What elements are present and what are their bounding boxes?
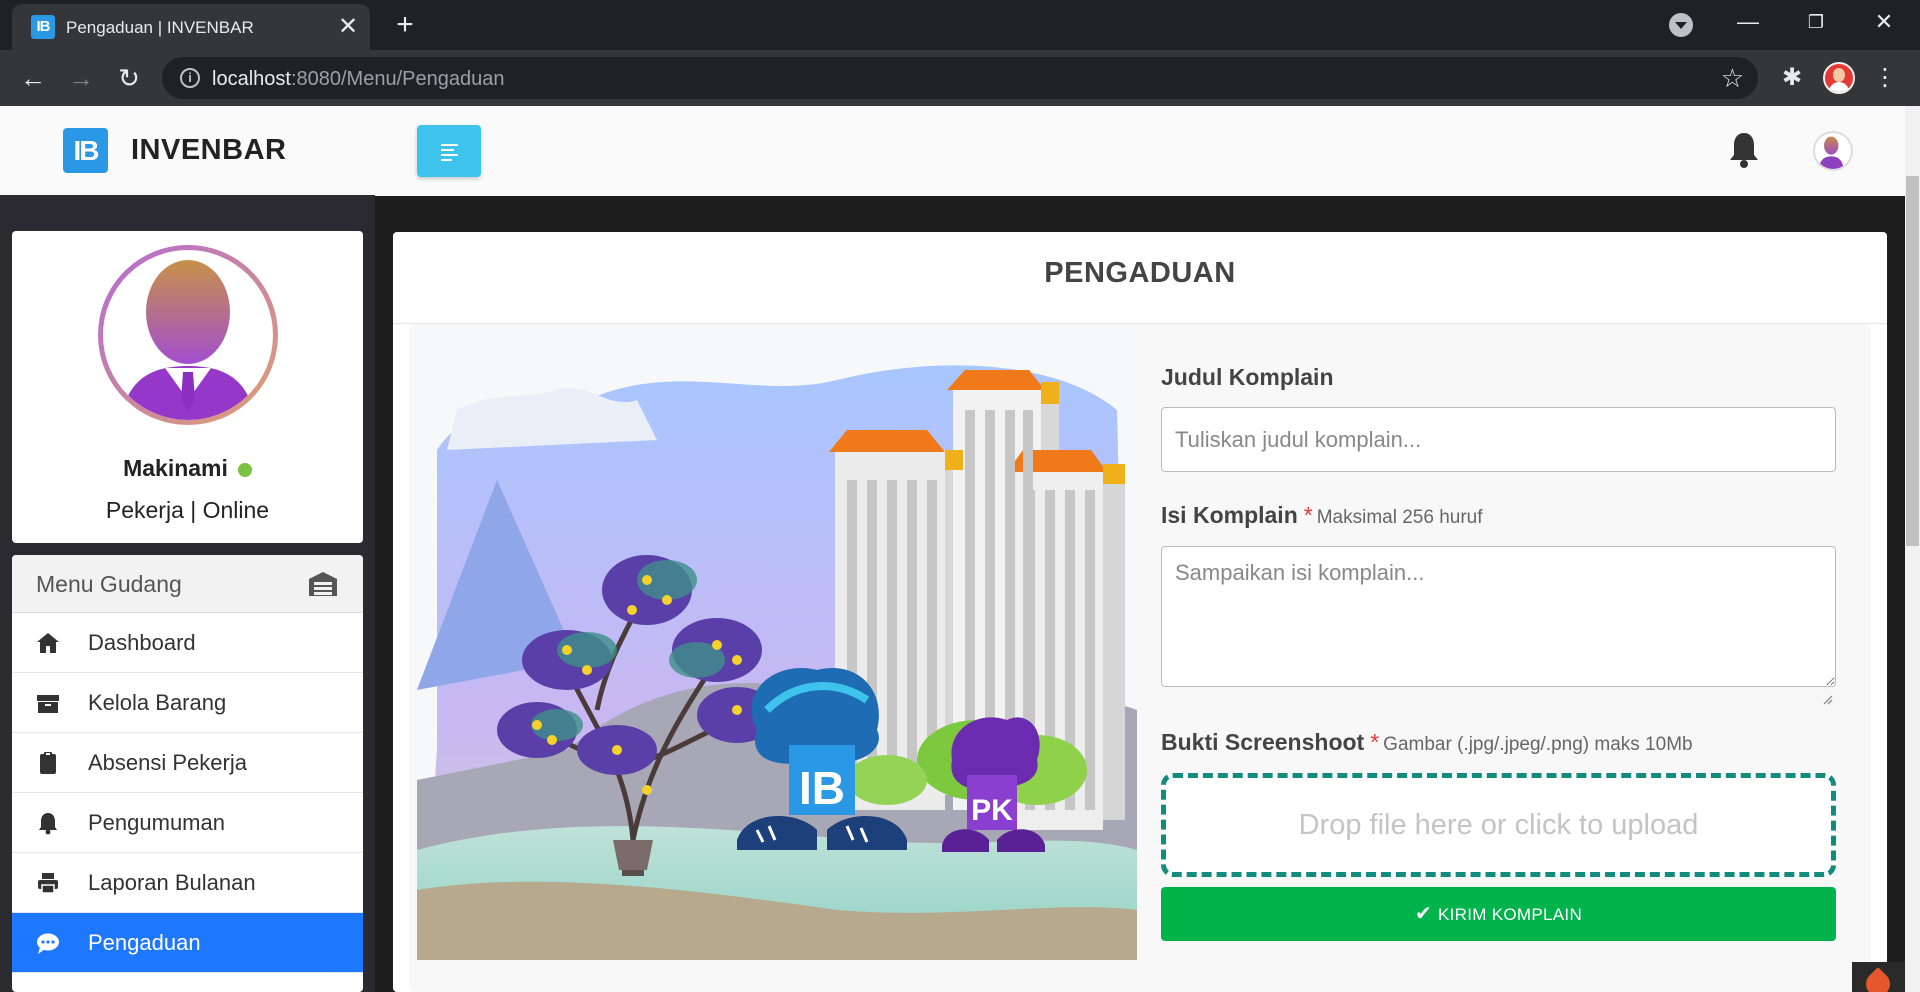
check-icon: ✔ — [1414, 903, 1433, 925]
sidebar-item-label: Pengumuman — [88, 810, 225, 835]
extensions-icon[interactable]: ✱ — [1776, 62, 1808, 94]
page-title: PENGADUAN — [393, 232, 1887, 324]
illustration-pk-badge: PK — [971, 794, 1013, 827]
home-icon — [37, 633, 59, 653]
kirim-komplain-button[interactable]: ✔ KIRIM KOMPLAIN — [1161, 887, 1836, 941]
sidebar-item-label: Absensi Pekerja — [88, 750, 247, 775]
profile-card: Makinami Pekerja | Online — [12, 231, 363, 543]
chat-icon — [37, 933, 59, 954]
address-bar[interactable]: i localhost:8080/Menu/Pengaduan ☆ — [162, 57, 1758, 99]
pengaduan-card: PENGADUAN IB PK Judul Komplain Tuliskan … — [393, 232, 1887, 992]
profile-role: Pekerja | Online — [105, 497, 270, 523]
resize-handle-icon[interactable] — [1821, 693, 1833, 705]
box-icon — [37, 695, 59, 713]
bell-icon — [39, 813, 57, 835]
floating-widget[interactable] — [1852, 962, 1905, 992]
illustration-ib-badge: IB — [799, 762, 845, 814]
forward-icon[interactable]: → — [66, 63, 96, 93]
sidebar-item-pengumuman[interactable]: Pengumuman — [12, 793, 363, 853]
required-mark: * — [1370, 729, 1380, 755]
required-mark: * — [1303, 502, 1313, 528]
isi-komplain-textarea[interactable] — [1161, 546, 1836, 687]
sidebar-item-label: Laporan Bulanan — [88, 870, 256, 895]
online-status-dot — [237, 462, 252, 477]
isi-label: Isi Komplain * Maksimal 256 huruf — [1161, 502, 1483, 528]
menu-title: Menu Gudang — [36, 571, 182, 597]
sidebar-item-absensi-pekerja[interactable]: Absensi Pekerja — [12, 733, 363, 793]
isi-hint: Maksimal 256 huruf — [1316, 507, 1483, 528]
bukti-label: Bukti Screenshoot * Gambar (.jpg/.jpeg/.pn… — [1161, 729, 1693, 755]
bukti-hint: Gambar (.jpg/.jpeg/.png) maks 10Mb — [1383, 734, 1693, 755]
bookmark-star-icon[interactable]: ☆ — [1721, 63, 1744, 94]
printer-icon — [38, 873, 58, 894]
sidebar-item-kelola-barang[interactable]: Kelola Barang — [12, 673, 363, 733]
page: IB INVENBAR Makinami Pekerja | Online Me… — [0, 106, 1920, 992]
browser-tab[interactable]: IB Pengaduan | INVENBAR ✕ — [12, 4, 370, 50]
profile-avatar — [98, 245, 278, 425]
browser-tab-bar: IB Pengaduan | INVENBAR ✕ + — ❐ ✕ — [0, 0, 1920, 50]
brand-logo[interactable]: IB — [63, 128, 108, 173]
sidebar-toggle-button[interactable] — [417, 125, 481, 177]
url-text[interactable]: localhost:8080/Menu/Pengaduan — [212, 68, 504, 91]
sidebar-menu: Menu Gudang Dashboard Kelola Barang Abse… — [12, 555, 363, 992]
judul-komplain-input[interactable] — [1161, 407, 1836, 472]
screenshot-dropzone[interactable]: Drop file here or click to upload — [1161, 773, 1836, 877]
browser-profile-avatar[interactable] — [1823, 62, 1855, 94]
flame-icon — [1861, 967, 1895, 992]
user-avatar[interactable] — [1813, 131, 1853, 171]
scrollbar-thumb[interactable] — [1906, 176, 1919, 546]
reload-icon[interactable]: ↻ — [114, 63, 144, 93]
site-info-icon[interactable]: i — [180, 68, 200, 88]
notification-bell-icon[interactable] — [1727, 130, 1761, 170]
browser-menu-icon[interactable]: ⋮ — [1870, 62, 1900, 94]
tab-title: Pengaduan | INVENBAR — [66, 18, 254, 37]
submit-label: KIRIM KOMPLAIN — [1438, 905, 1583, 924]
judul-label: Judul Komplain — [1161, 364, 1334, 390]
browser-toolbar: ← → ↻ i localhost:8080/Menu/Pengaduan ☆ … — [0, 50, 1920, 106]
brand-area: IB INVENBAR — [0, 106, 375, 195]
window-close-icon[interactable]: ✕ — [1860, 4, 1908, 40]
restore-icon[interactable]: ❐ — [1792, 4, 1840, 40]
sidebar-item-label: Kelola Barang — [88, 690, 227, 715]
menu-header: Menu Gudang — [12, 555, 363, 613]
tab-close-icon[interactable]: ✕ — [334, 13, 362, 41]
clipboard-icon — [40, 752, 56, 774]
sidebar-item-label: Pengaduan — [88, 930, 201, 955]
profile-name: Makinami — [12, 455, 363, 482]
minimize-icon[interactable]: — — [1724, 4, 1772, 40]
sidebar-item-laporan-bulanan[interactable]: Laporan Bulanan — [12, 853, 363, 913]
sidebar-item-pengaduan[interactable]: Pengaduan — [12, 913, 363, 973]
tab-favicon-icon: IB — [31, 15, 55, 39]
brand-name[interactable]: INVENBAR — [131, 134, 286, 167]
back-icon[interactable]: ← — [18, 63, 48, 93]
tab-search-icon[interactable] — [1669, 13, 1693, 37]
new-tab-icon[interactable]: + — [390, 10, 420, 40]
complaint-illustration: IB PK — [417, 330, 1137, 960]
sidebar-item-label: Dashboard — [88, 630, 196, 655]
sidebar-item-dashboard[interactable]: Dashboard — [12, 613, 363, 673]
warehouse-icon — [309, 572, 337, 596]
page-scrollbar[interactable] — [1905, 106, 1920, 992]
top-navbar — [375, 106, 1905, 196]
